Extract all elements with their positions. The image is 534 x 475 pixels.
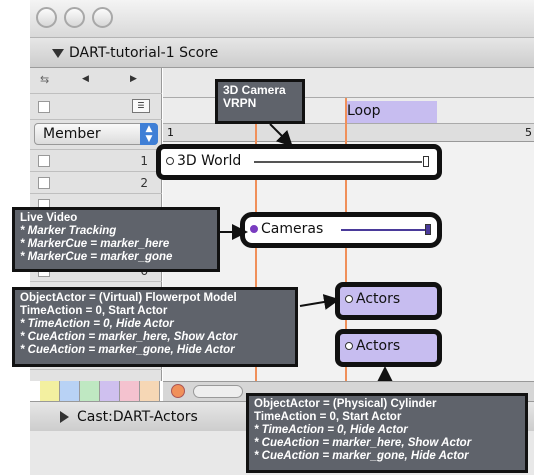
callout-subtitle: VRPN	[223, 96, 257, 110]
color-swatch[interactable]	[40, 381, 60, 401]
callout-3d-camera: 3D Camera VRPN	[215, 79, 305, 124]
callout-line: * Marker Tracking	[20, 225, 117, 237]
color-swatch[interactable]	[80, 381, 100, 401]
callout-line: * CueAction = marker_here, Show Actor	[254, 437, 472, 449]
callout-title: Live Video	[20, 212, 78, 224]
cast-title: Cast:DART-Actors	[77, 409, 198, 425]
callout-line: * CueAction = marker_gone, Hide Actor	[20, 344, 235, 356]
callout-title: ObjectActor = (Virtual) Flowerpot Model	[20, 292, 237, 304]
callout-line: * MarkerCue = marker_gone	[20, 251, 173, 263]
callout-title: ObjectActor = (Physical) Cylinder	[254, 398, 437, 410]
callout-line: * MarkerCue = marker_here	[20, 238, 170, 250]
callout-live-video: Live Video * Marker Tracking * MarkerCue…	[12, 207, 220, 272]
disclosure-closed-icon[interactable]	[60, 411, 69, 423]
playback-head-icon[interactable]	[171, 384, 185, 398]
scroll-thumb[interactable]	[193, 385, 243, 398]
callout-line: * CueAction = marker_gone, Hide Actor	[254, 450, 469, 462]
callout-line: * CueAction = marker_here, Show Actor	[20, 331, 238, 343]
sprite-color-swatches	[40, 381, 162, 401]
callout-line: TimeAction = 0, Start Actor	[20, 305, 168, 317]
callout-line: * TimeAction = 0, Hide Actor	[20, 318, 174, 330]
callout-line: * TimeAction = 0, Hide Actor	[254, 424, 408, 436]
color-swatch[interactable]	[140, 381, 160, 401]
color-swatch[interactable]	[120, 381, 140, 401]
callout-physical-actor: ObjectActor = (Physical) Cylinder TimeAc…	[246, 393, 528, 473]
callout-virtual-actor: ObjectActor = (Virtual) Flowerpot Model …	[12, 287, 298, 367]
color-swatch[interactable]	[100, 381, 120, 401]
color-swatch[interactable]	[60, 381, 80, 401]
arrow-virtual	[299, 294, 340, 310]
callout-line: TimeAction = 0, Start Actor	[254, 411, 402, 423]
arrow-camera	[269, 123, 293, 147]
